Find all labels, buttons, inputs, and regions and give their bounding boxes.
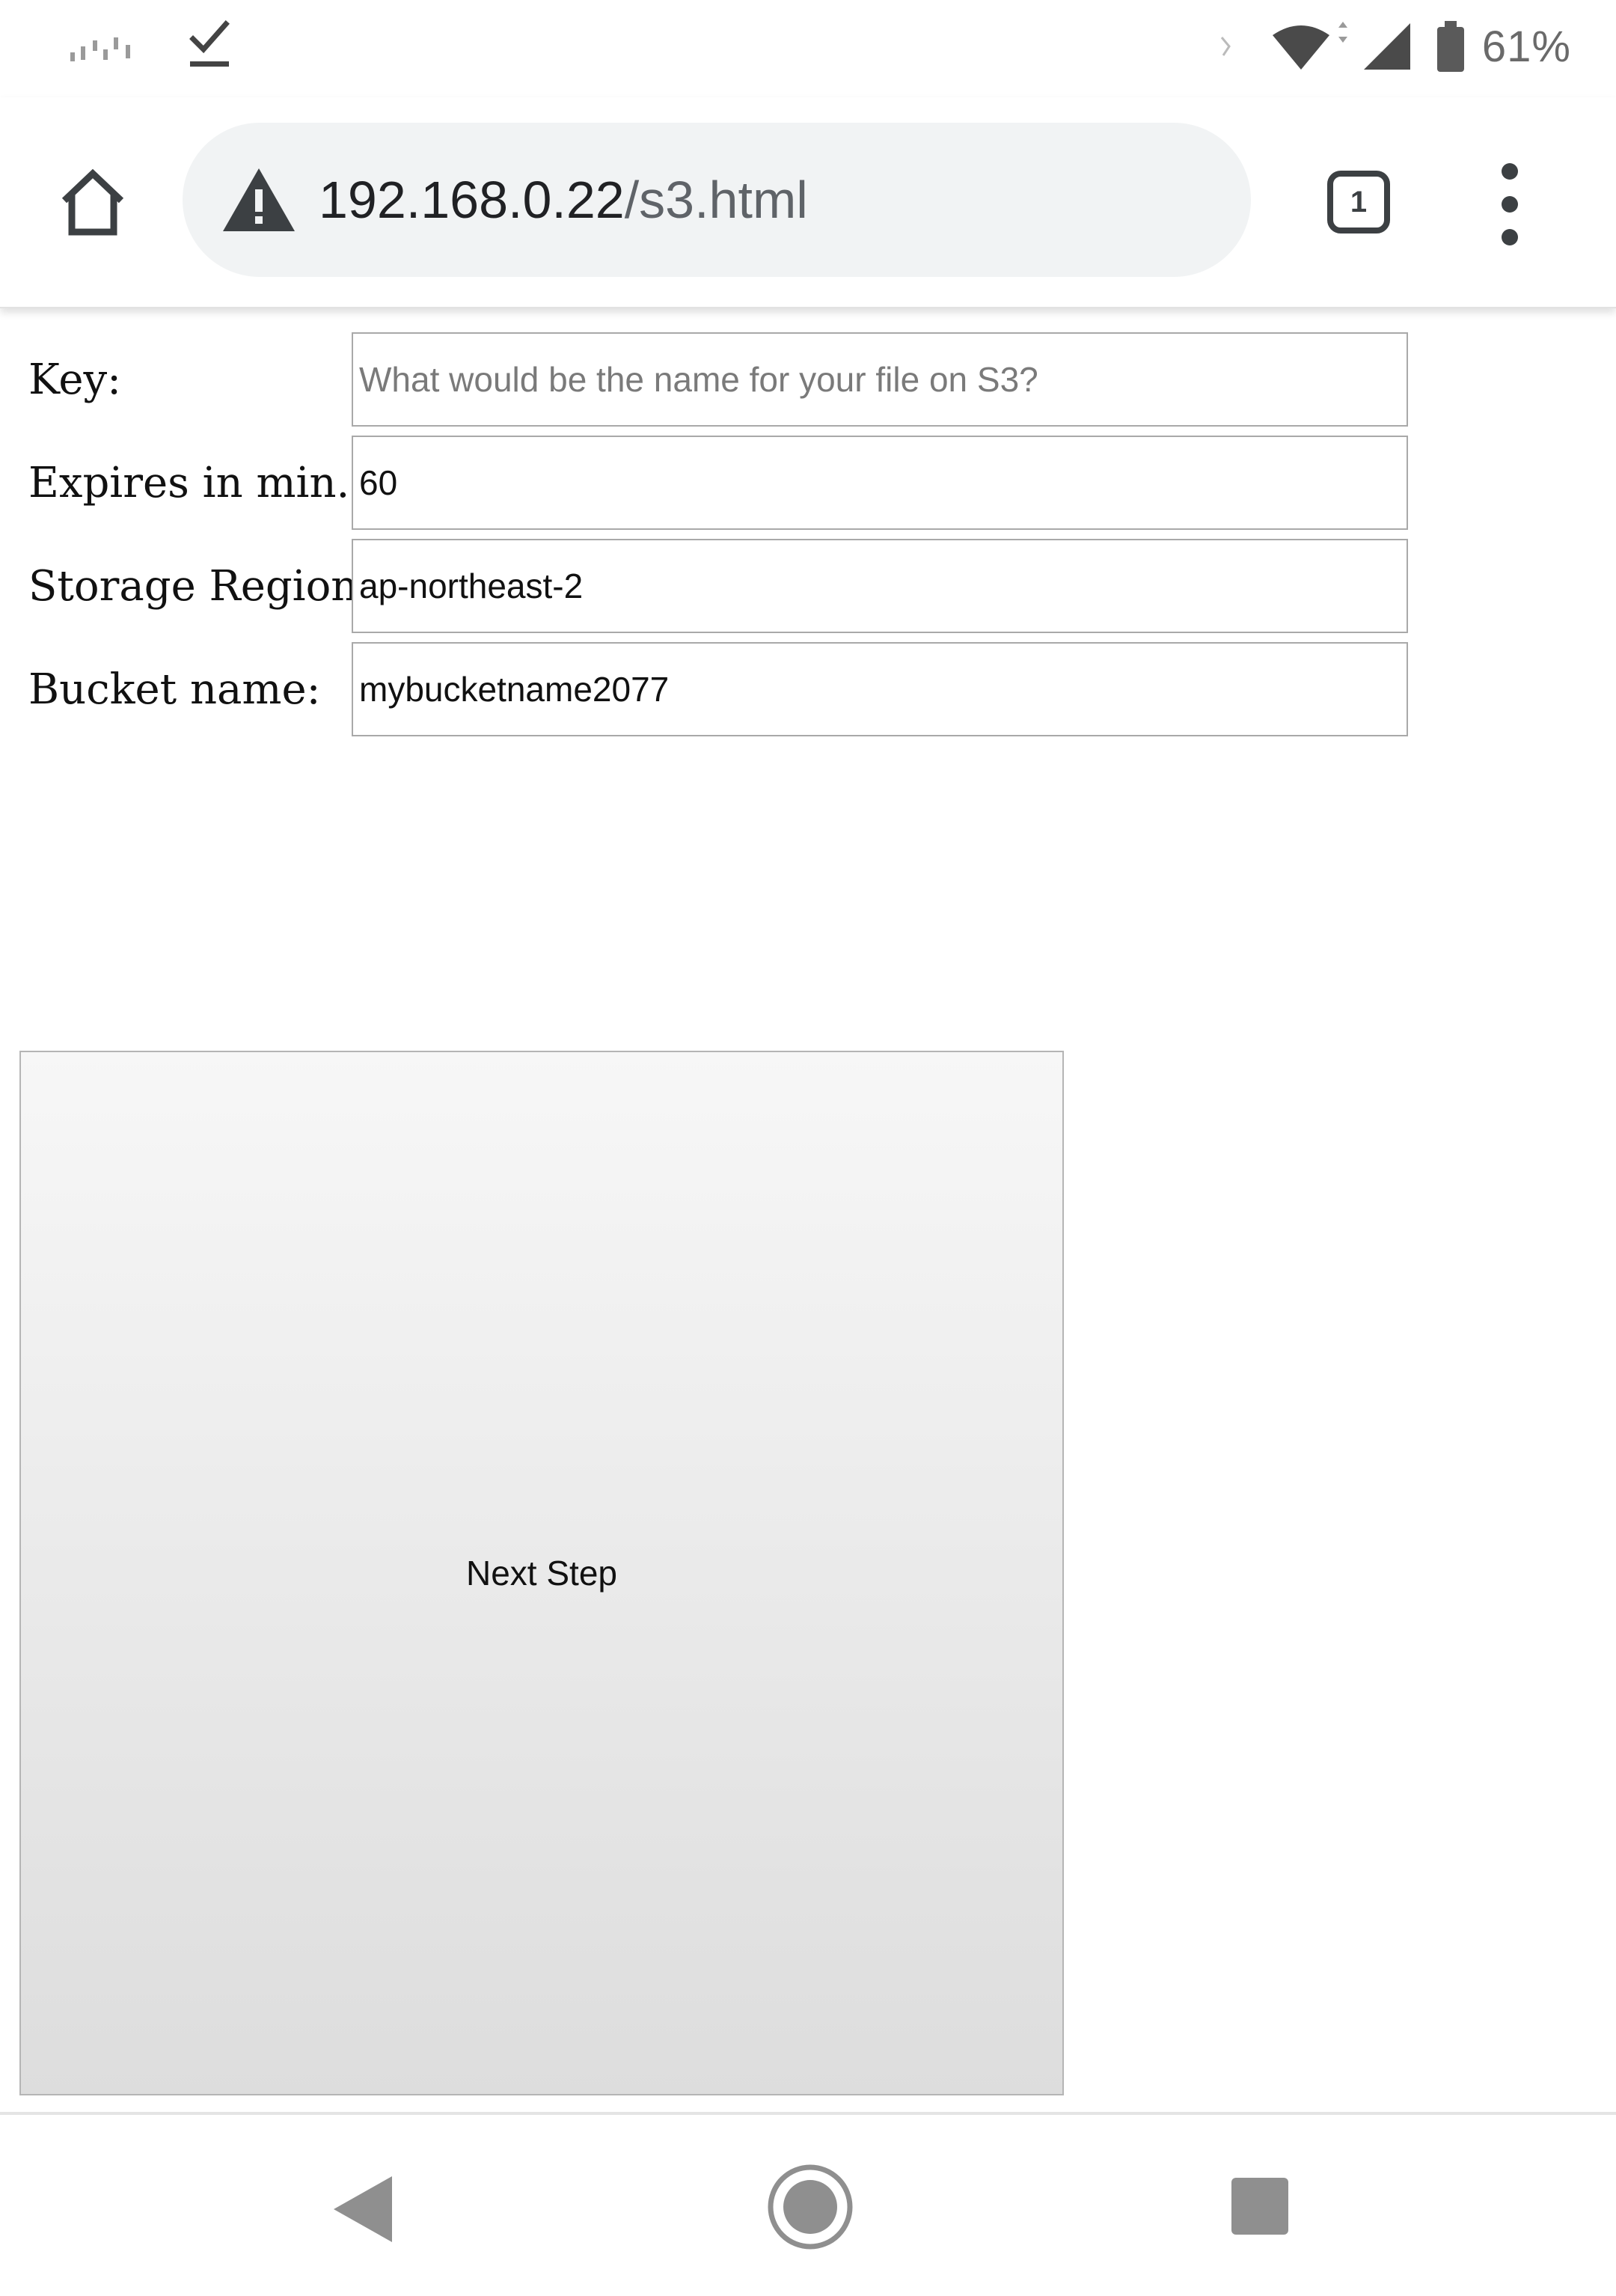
key-label: Key: bbox=[28, 355, 121, 404]
recents-square-icon[interactable] bbox=[1231, 2178, 1288, 2235]
key-row: Key: bbox=[0, 332, 1616, 428]
region-row: Storage Region: bbox=[0, 539, 1616, 635]
expires-row: Expires in min.: bbox=[0, 436, 1616, 531]
wifi-icon bbox=[1272, 22, 1347, 70]
back-icon[interactable] bbox=[329, 2173, 397, 2245]
status-bar: 61% bbox=[0, 0, 1616, 97]
status-right-group: 61% bbox=[1211, 16, 1571, 76]
region-input[interactable] bbox=[352, 539, 1408, 633]
expires-input[interactable] bbox=[352, 436, 1408, 530]
activity-icon bbox=[1220, 37, 1231, 56]
address-bar[interactable]: 192.168.0.22/s3.html bbox=[183, 123, 1251, 277]
expires-label: Expires in min.: bbox=[28, 459, 364, 507]
home-circle-icon[interactable] bbox=[766, 2163, 854, 2251]
bucket-row: Bucket name: bbox=[0, 642, 1616, 738]
warning-triangle-icon[interactable] bbox=[221, 167, 296, 233]
download-done-icon bbox=[189, 20, 230, 67]
key-input[interactable] bbox=[352, 332, 1408, 427]
browser-toolbar: 192.168.0.22/s3.html 1 bbox=[0, 97, 1616, 308]
bucket-label: Bucket name: bbox=[28, 665, 321, 714]
home-button[interactable] bbox=[46, 156, 139, 248]
url-host: 192.168.0.22 bbox=[319, 171, 625, 229]
tab-switcher-button[interactable]: 1 bbox=[1320, 163, 1398, 241]
bucket-input[interactable] bbox=[352, 642, 1408, 736]
more-menu-button[interactable] bbox=[1487, 163, 1532, 245]
notification-dots-icon bbox=[70, 37, 130, 61]
home-icon bbox=[61, 168, 124, 236]
menu-dot-icon bbox=[1502, 163, 1518, 180]
tab-count: 1 bbox=[1327, 171, 1390, 233]
menu-dot-icon bbox=[1502, 196, 1518, 213]
menu-dot-icon bbox=[1502, 229, 1518, 245]
url-path: /s3.html bbox=[624, 171, 808, 229]
region-label: Storage Region: bbox=[28, 562, 373, 611]
next-step-button[interactable]: Next Step bbox=[19, 1051, 1064, 2095]
system-nav-bar bbox=[0, 2112, 1616, 2296]
battery-icon bbox=[1436, 21, 1464, 72]
battery-percent: 61% bbox=[1481, 22, 1571, 71]
cell-signal-icon bbox=[1363, 23, 1410, 70]
url-text[interactable]: 192.168.0.22/s3.html bbox=[319, 170, 808, 230]
